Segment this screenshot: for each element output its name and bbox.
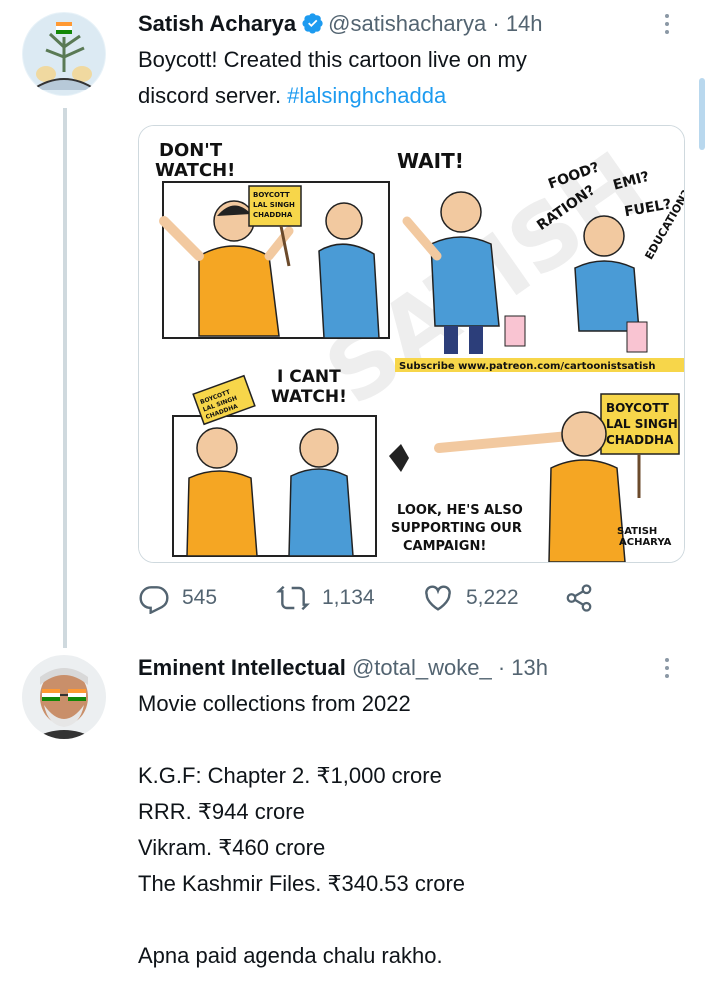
- separator: ·: [497, 655, 506, 680]
- speech-line: LOOK, HE'S ALSO: [397, 503, 523, 518]
- sign-line: CHADDHA: [253, 211, 293, 219]
- speech-line: DON'T: [159, 140, 223, 161]
- like-count: 5,222: [466, 586, 519, 609]
- retweet-icon: [276, 585, 310, 611]
- sign-line: LAL SINGH: [606, 417, 678, 431]
- author-handle[interactable]: @satishacharya: [328, 11, 486, 36]
- signature-line: SATISH: [617, 526, 657, 537]
- subscribe-banner: Subscribe www.patreon.com/cartoonistsati…: [399, 361, 655, 372]
- retweet-button[interactable]: 1,134: [276, 581, 375, 615]
- more-options-icon[interactable]: [662, 654, 672, 682]
- tweet-text: Boycott! Created this cartoon live on my…: [138, 42, 527, 114]
- speech-line: CAMPAIGN!: [403, 539, 486, 554]
- speech-i-cant-watch: I CANT WATCH!: [271, 367, 347, 407]
- speech-wait: WAIT!: [397, 149, 464, 173]
- tweet-actions: 545 1,134 5,222: [138, 581, 608, 615]
- reply-button[interactable]: 545: [138, 581, 217, 615]
- heart-icon: [425, 585, 451, 611]
- tweet-header: Eminent Intellectual @total_woke_ · 13h: [138, 654, 548, 682]
- sign-line: CHADDHA: [606, 433, 674, 447]
- share-button[interactable]: [564, 581, 606, 615]
- reply-count: 545: [182, 586, 218, 609]
- author-name[interactable]: Satish Acharya: [138, 11, 296, 36]
- tweet-1[interactable]: Satish Acharya @satishacharya · 14h Boyco…: [0, 0, 705, 648]
- tweet-text: Movie collections from 2022 K.G.F: Chapt…: [138, 691, 466, 968]
- separator: ·: [492, 11, 500, 36]
- verified-badge-icon: [302, 12, 324, 34]
- speech-line: WATCH!: [155, 160, 235, 181]
- sign-line: BOYCOTT: [606, 401, 670, 415]
- avatar[interactable]: [22, 12, 106, 96]
- tweet-header: Satish Acharya @satishacharya · 14h: [138, 10, 543, 38]
- hashtag-link[interactable]: #lalsinghchadda: [287, 83, 446, 108]
- speech-line: I CANT: [277, 367, 341, 387]
- thread-line: [63, 108, 67, 648]
- sign-text-large: BOYCOTT LAL SINGH CHADDHA: [606, 401, 678, 447]
- sign-text: BOYCOTT LAL SINGH CHADDHA: [253, 191, 295, 219]
- speech-line: WATCH!: [271, 387, 347, 407]
- speech-line: SUPPORTING OUR: [391, 521, 522, 536]
- timestamp[interactable]: 13h: [511, 655, 548, 680]
- more-options-icon[interactable]: [662, 10, 672, 38]
- sign-line: LAL SINGH: [253, 201, 295, 209]
- sign-line: BOYCOTT: [253, 191, 290, 199]
- timestamp[interactable]: 14h: [506, 11, 543, 36]
- author-handle[interactable]: @total_woke_: [352, 655, 492, 680]
- retweet-count: 1,134: [322, 586, 375, 609]
- share-icon: [566, 584, 592, 612]
- tweet-2[interactable]: Eminent Intellectual @total_woke_ · 13h …: [0, 640, 705, 988]
- reply-icon: [139, 586, 169, 614]
- signature-line: ACHARYA: [619, 537, 672, 548]
- like-button[interactable]: 5,222: [422, 581, 519, 615]
- author-name[interactable]: Eminent Intellectual: [138, 655, 346, 680]
- scrollbar[interactable]: [699, 78, 705, 150]
- avatar[interactable]: [22, 655, 106, 739]
- tweet-media-cartoon[interactable]: SATISH DON'TWATCH! BOYCOTTLAL SINGHCHADD…: [138, 125, 685, 563]
